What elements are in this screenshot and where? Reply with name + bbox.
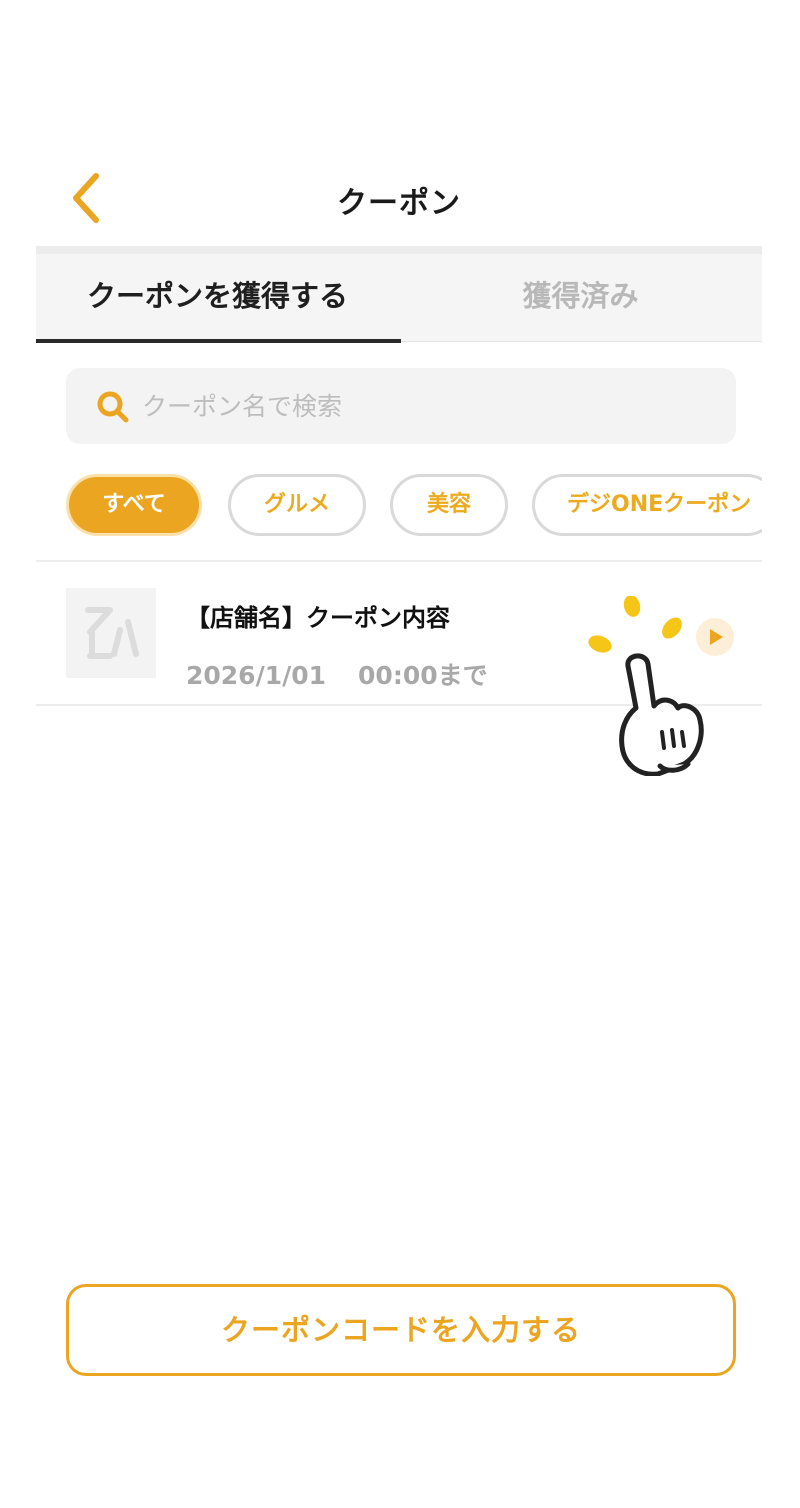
search-icon	[97, 391, 129, 423]
tab-label: クーポンを獲得する	[86, 279, 348, 313]
tab-label: 獲得済み	[522, 279, 639, 313]
search-bar	[66, 368, 736, 444]
category-filter: すべて グルメ 美容 デジONEクーポン	[36, 474, 762, 540]
tap-hand-icon	[588, 596, 704, 776]
tab-acquired[interactable]: 獲得済み	[399, 254, 762, 342]
coupon-expiry: 2026/1/01 00:00まで	[186, 656, 488, 692]
header-divider	[36, 246, 762, 254]
page-title: クーポン	[337, 186, 461, 221]
coupon-title: 【店舗名】クーポン内容	[186, 604, 450, 632]
placeholder-logo-icon	[85, 607, 139, 659]
tap-sparkle	[588, 596, 682, 653]
chip-deji-one[interactable]: デジONEクーポン	[532, 474, 762, 536]
coupon-screen: クーポン クーポンを獲得する 獲得済み すべて グルメ 美容 デジONEクーポン	[36, 130, 762, 1430]
app-header: クーポン	[36, 130, 762, 246]
search-input[interactable]	[142, 368, 702, 444]
tab-get-coupons[interactable]: クーポンを獲得する	[36, 254, 401, 343]
chip-all[interactable]: すべて	[66, 474, 202, 536]
chip-beauty[interactable]: 美容	[390, 474, 508, 536]
tab-bar: クーポンを獲得する 獲得済み	[36, 254, 762, 343]
chip-gourmet[interactable]: グルメ	[228, 474, 366, 536]
enter-coupon-code-button[interactable]: クーポンコードを入力する	[66, 1284, 736, 1376]
coupon-thumbnail	[66, 588, 156, 678]
coupon-time: 00:00まで	[358, 661, 488, 690]
coupon-date: 2026/1/01	[186, 661, 327, 690]
active-tab-indicator	[36, 339, 401, 343]
